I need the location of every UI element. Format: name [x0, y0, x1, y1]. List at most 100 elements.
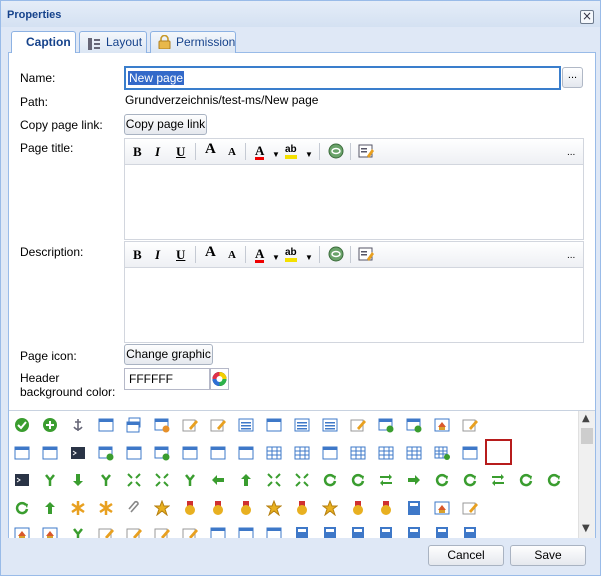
- book-icon[interactable]: [406, 526, 424, 538]
- term-icon[interactable]: [70, 445, 88, 461]
- tablegreen-icon[interactable]: [434, 445, 452, 461]
- grow-font-icon[interactable]: A: [205, 142, 216, 157]
- winbadge-icon[interactable]: [154, 417, 172, 433]
- medal-icon[interactable]: [350, 500, 368, 516]
- scroll-down-icon[interactable]: ▼: [582, 523, 590, 534]
- wingreen-icon[interactable]: [98, 445, 116, 461]
- source-edit-icon[interactable]: [358, 143, 374, 162]
- pencil-icon[interactable]: [182, 417, 200, 433]
- copy-page-link-button[interactable]: Copy page link: [124, 114, 207, 135]
- anchor-icon[interactable]: [70, 417, 88, 433]
- description-editor[interactable]: [124, 267, 584, 343]
- check-icon[interactable]: [14, 417, 32, 433]
- chevron-down-icon[interactable]: ▼: [305, 250, 313, 265]
- tab-layout[interactable]: Layout: [79, 31, 147, 53]
- italic-icon[interactable]: I: [155, 247, 160, 262]
- book-icon[interactable]: [322, 526, 340, 538]
- winlist-icon[interactable]: [322, 417, 340, 433]
- change-graphic-button[interactable]: Change graphic: [124, 344, 213, 365]
- fork-icon[interactable]: [70, 526, 88, 538]
- arrowup-icon[interactable]: [42, 500, 60, 516]
- win-icon[interactable]: [462, 445, 480, 461]
- star-icon[interactable]: [321, 499, 340, 517]
- pencil-icon[interactable]: [350, 417, 368, 433]
- cycle-icon[interactable]: [322, 472, 340, 488]
- table-icon[interactable]: [378, 445, 396, 461]
- pencil-icon[interactable]: [462, 417, 480, 433]
- win-icon[interactable]: [266, 526, 284, 538]
- page-title-editor[interactable]: [124, 164, 584, 240]
- arrowdown-icon[interactable]: [70, 472, 88, 488]
- arrowright-icon[interactable]: [406, 472, 424, 488]
- fork-icon[interactable]: [182, 472, 200, 488]
- arrowleft-icon[interactable]: [210, 472, 228, 488]
- chevron-down-icon[interactable]: ▼: [272, 147, 280, 162]
- color-picker-icon[interactable]: [210, 368, 229, 390]
- cycle-icon[interactable]: [518, 472, 536, 488]
- fork-icon[interactable]: [42, 472, 60, 488]
- book-icon[interactable]: [462, 526, 480, 538]
- medal-icon[interactable]: [238, 500, 256, 516]
- more-icon[interactable]: ...: [567, 145, 575, 160]
- font-color-icon[interactable]: A: [255, 247, 265, 263]
- underline-icon[interactable]: U: [176, 144, 185, 159]
- cycle-icon[interactable]: [350, 472, 368, 488]
- icon-grid-scrollbar[interactable]: ▲ ▼: [578, 411, 595, 538]
- book-icon[interactable]: [350, 526, 368, 538]
- cycle-icon[interactable]: [546, 472, 564, 488]
- term-icon[interactable]: [14, 472, 32, 488]
- arrowup-icon[interactable]: [238, 472, 256, 488]
- star-icon[interactable]: [265, 499, 284, 517]
- winstack-icon[interactable]: [126, 417, 144, 433]
- win-icon[interactable]: [238, 526, 256, 538]
- underline-icon[interactable]: U: [176, 247, 185, 262]
- expand-icon[interactable]: [266, 472, 284, 488]
- fork-icon[interactable]: [98, 472, 116, 488]
- winlist-icon[interactable]: [294, 417, 312, 433]
- home-icon[interactable]: [14, 526, 32, 538]
- scrollbar-thumb[interactable]: [581, 428, 593, 444]
- shrink-font-icon[interactable]: A: [228, 248, 236, 263]
- chevron-down-icon[interactable]: ▼: [272, 250, 280, 265]
- cycle-icon[interactable]: [462, 472, 480, 488]
- clip-icon[interactable]: [126, 500, 144, 516]
- grow-font-icon[interactable]: A: [205, 245, 216, 260]
- win-icon[interactable]: [238, 445, 256, 461]
- medal-icon[interactable]: [182, 500, 200, 516]
- table-icon[interactable]: [266, 445, 284, 461]
- source-edit-icon[interactable]: [358, 246, 374, 265]
- book-icon[interactable]: [434, 526, 452, 538]
- expand-icon[interactable]: [126, 472, 144, 488]
- pencil-icon[interactable]: [126, 526, 144, 538]
- pencil-icon[interactable]: [462, 500, 480, 516]
- win-icon[interactable]: [266, 417, 284, 433]
- pencil-icon[interactable]: [154, 526, 172, 538]
- pencil-icon[interactable]: [182, 526, 200, 538]
- cycle-icon[interactable]: [14, 500, 32, 516]
- font-color-icon[interactable]: A: [255, 144, 265, 160]
- scroll-up-icon[interactable]: ▲: [582, 413, 590, 424]
- home-icon[interactable]: [434, 500, 452, 516]
- browse-button[interactable]: ...: [562, 67, 583, 88]
- medal-icon[interactable]: [210, 500, 228, 516]
- cycle-icon[interactable]: [434, 472, 452, 488]
- table-icon[interactable]: [294, 445, 312, 461]
- expand-icon[interactable]: [294, 472, 312, 488]
- asterisk-icon[interactable]: [98, 500, 116, 516]
- bold-icon[interactable]: B: [133, 247, 142, 262]
- wingreen-icon[interactable]: [378, 417, 396, 433]
- close-icon[interactable]: ×: [580, 10, 594, 24]
- expand-icon[interactable]: [154, 472, 172, 488]
- win-icon[interactable]: [210, 526, 228, 538]
- star-icon[interactable]: [153, 499, 172, 517]
- win-icon[interactable]: [126, 445, 144, 461]
- title-bar[interactable]: Properties ×: [1, 1, 600, 27]
- win-icon[interactable]: [210, 445, 228, 461]
- shrink-font-icon[interactable]: A: [228, 145, 236, 160]
- home-icon[interactable]: [42, 526, 60, 538]
- more-icon[interactable]: ...: [567, 248, 575, 263]
- bold-icon[interactable]: B: [133, 144, 142, 159]
- home-icon[interactable]: [434, 417, 452, 433]
- cancel-button[interactable]: Cancel: [428, 545, 504, 566]
- win-icon[interactable]: [98, 417, 116, 433]
